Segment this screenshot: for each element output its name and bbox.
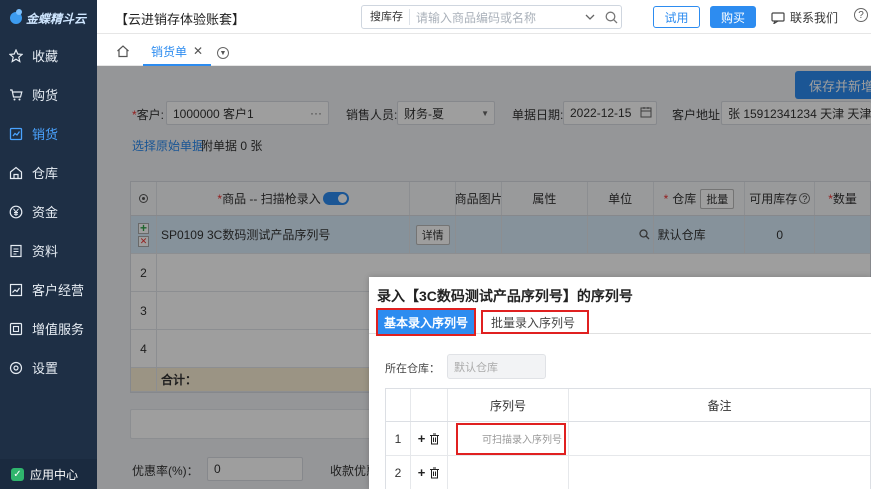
sidebar-item-warehouse[interactable]: 仓库 [0,153,97,192]
serial-grid: 序列号 备注 1 + 可扫描录入序列号 2 + [385,388,871,489]
app-center-label: 应用中心 [30,467,79,482]
sidebar-item-document[interactable]: 资料 [0,231,97,270]
search-input[interactable]: 请输入商品编码或名称 [410,9,585,26]
remark-cell[interactable] [569,456,870,489]
serial-cell[interactable] [448,456,569,489]
gear-icon [9,361,23,375]
yen-icon [9,205,23,219]
logo-icon [10,9,22,24]
action-header [411,389,448,421]
row-actions: + [411,456,448,489]
document-icon [9,244,23,258]
sidebar-item-label: 购货 [32,88,59,103]
contact-us-button[interactable]: 联系我们 [771,9,838,26]
serial-header: 序列号 [448,389,569,421]
add-icon[interactable]: + [418,431,426,446]
sidebar-item-label: 客户经营 [32,283,85,298]
logo[interactable]: 金蝶精斗云 [0,0,97,36]
search-scope[interactable]: 搜库存 [362,9,410,25]
sidebar-item-label: 增值服务 [32,322,85,337]
row-number: 1 [386,422,411,455]
sidebar-item-label: 仓库 [32,166,59,181]
chevron-down-icon[interactable]: ▼ [217,47,229,59]
account-title: 【云进销存体验账套】 [115,12,246,27]
row-actions: + [411,422,448,455]
table-row[interactable]: 2 + [386,456,870,489]
sidebar-item-yen[interactable]: 资金 [0,192,97,231]
tab-basic-serial[interactable]: 基本录入序列号 [376,308,476,336]
row-number: 2 [386,456,411,489]
close-icon[interactable]: ✕ [193,44,203,58]
remark-header: 备注 [707,398,732,413]
sidebar: 金蝶精斗云 收藏购货销货仓库资金资料客户经营增值服务设置 ✓ 应用中心 [0,0,97,489]
dialog-tabs: 基本录入序列号 批量录入序列号 [369,308,871,336]
chat-icon [771,11,785,24]
tab-batch-serial[interactable]: 批量录入序列号 [481,310,589,334]
warehouse-icon [9,166,23,180]
topbar: 【云进销存体验账套】 搜库存 请输入商品编码或名称 试用 购买 联系我们 ? [97,0,871,34]
serial-number-dialog: 录入【3C数码测试产品序列号】的序列号 基本录入序列号 批量录入序列号 所在仓库… [369,277,871,489]
sidebar-item-sales[interactable]: 销货 [0,114,97,153]
cart-icon [9,88,23,102]
sales-icon [9,127,23,141]
sidebar-item-star[interactable]: 收藏 [0,36,97,75]
tab-bar: 销货单 ✕ ▼ [97,34,871,66]
dialog-title: 录入【3C数码测试产品序列号】的序列号 [377,288,633,304]
home-icon[interactable] [116,44,130,58]
index-header [386,389,411,421]
star-icon [9,48,23,63]
trial-button[interactable]: 试用 [653,6,700,28]
warehouse-field: 默认仓库 [447,354,546,379]
sidebar-item-service[interactable]: 增值服务 [0,309,97,348]
app-center-button[interactable]: ✓ 应用中心 [0,459,97,489]
sidebar-item-label: 资料 [32,244,59,259]
chart-icon [9,283,23,297]
buy-button[interactable]: 购买 [710,6,756,28]
chevron-down-icon[interactable] [585,12,601,23]
sidebar-item-cart[interactable]: 购货 [0,75,97,114]
add-icon[interactable]: + [418,465,426,480]
serial-input[interactable]: 可扫描录入序列号 [456,422,566,455]
sidebar-item-label: 资金 [32,205,59,220]
serial-grid-header: 序列号 备注 [386,389,870,422]
help-icon[interactable]: ? [854,8,868,22]
table-row[interactable]: 1 + 可扫描录入序列号 [386,422,870,456]
search-box[interactable]: 搜库存 请输入商品编码或名称 [361,5,622,29]
sidebar-item-chart[interactable]: 客户经营 [0,270,97,309]
trash-icon[interactable] [429,433,440,445]
trash-icon[interactable] [429,467,440,479]
sidebar-item-label: 销货 [32,127,59,142]
warehouse-label: 所在仓库： [385,363,440,375]
serial-cell: 可扫描录入序列号 [448,422,569,455]
service-icon [9,322,23,336]
tab-label: 销货单 [151,44,188,59]
check-icon: ✓ [11,467,24,481]
remark-cell[interactable] [569,422,870,455]
sidebar-item-gear[interactable]: 设置 [0,348,97,387]
search-icon[interactable] [601,11,621,24]
tab-sales-order[interactable]: 销货单 ✕ [143,38,212,66]
logo-text: 金蝶精斗云 [26,11,87,26]
sidebar-item-label: 收藏 [32,49,59,64]
sidebar-item-label: 设置 [32,361,59,376]
contact-us-label: 联系我们 [790,11,839,25]
